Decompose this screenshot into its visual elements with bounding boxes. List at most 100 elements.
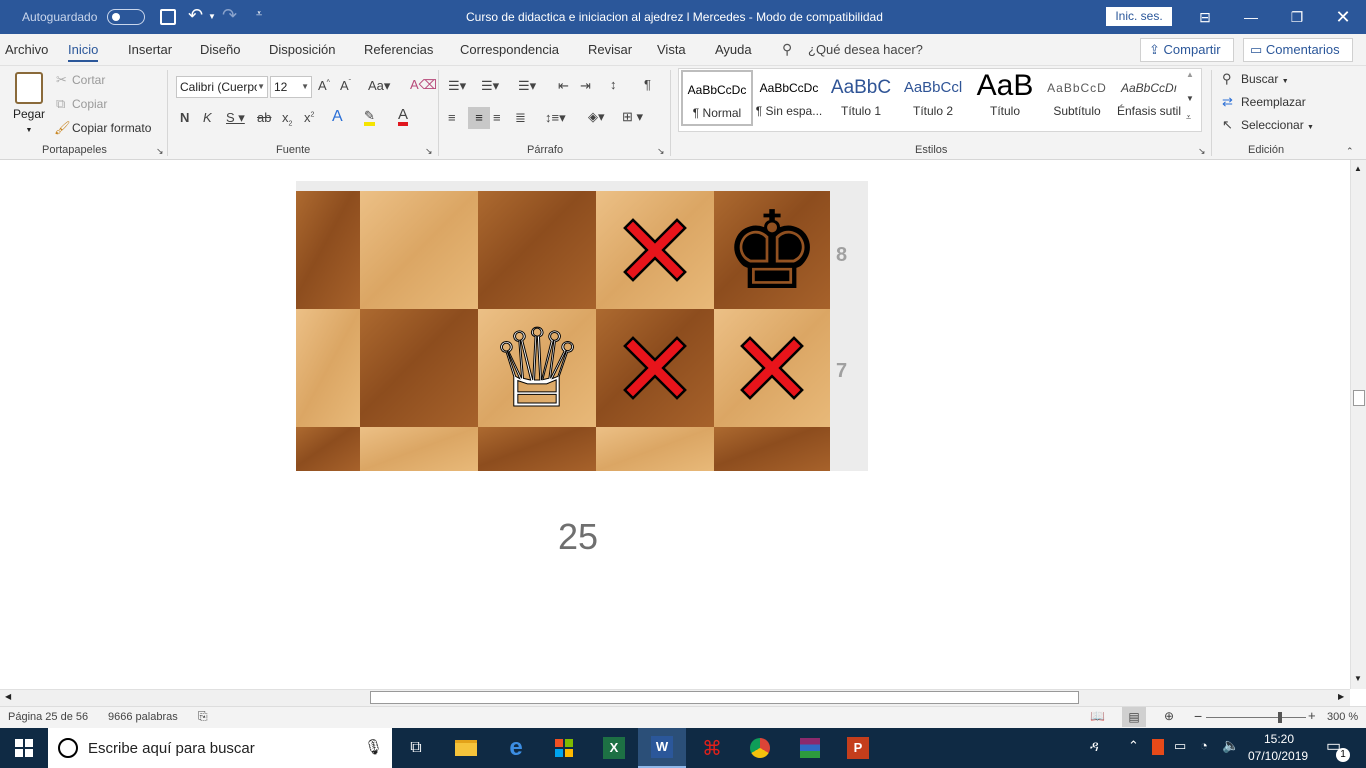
zoom-in-icon[interactable]: +	[1308, 708, 1316, 723]
shading-icon[interactable]: ◈▾	[588, 109, 605, 125]
dialog-launcher-icon[interactable]: ↘	[1198, 146, 1206, 157]
highlight-icon[interactable]: ✎	[364, 109, 375, 126]
paste-button[interactable]: Pegar ▼	[10, 70, 48, 138]
style-title[interactable]: AaB Título	[969, 70, 1041, 126]
collapse-ribbon-icon[interactable]: ⌃	[1346, 146, 1354, 157]
superscript-icon[interactable]: x2	[304, 110, 314, 125]
bold-icon[interactable]: N	[180, 110, 189, 125]
dialog-launcher-icon[interactable]: ↘	[657, 146, 665, 157]
undo-dropdown-icon[interactable]: ▼	[208, 12, 216, 21]
select-button[interactable]: Seleccionar ▼	[1241, 118, 1314, 132]
decrease-indent-icon[interactable]: ⇤	[558, 78, 569, 94]
style-normal[interactable]: AaBbCcDc ¶ Normal	[681, 70, 753, 126]
style-heading-2[interactable]: AaBbCcl Título 2	[897, 70, 969, 126]
web-layout-icon[interactable]: ⊕	[1164, 709, 1174, 723]
dialog-launcher-icon[interactable]: ↘	[425, 146, 433, 157]
horizontal-scrollbar[interactable]: ◀ ▶	[0, 689, 1350, 706]
bullets-icon[interactable]: ☰▾	[448, 78, 466, 94]
lightbulb-search-icon[interactable]: ⚲	[782, 41, 792, 58]
align-right-icon[interactable]: ≡	[493, 110, 501, 125]
office-icon[interactable]	[1152, 739, 1164, 755]
excel-button[interactable]: X	[590, 728, 638, 768]
redo-icon[interactable]: ↷	[222, 5, 237, 26]
scroll-down-icon[interactable]: ▼	[1186, 94, 1194, 103]
text-effects-icon[interactable]: A	[332, 108, 343, 126]
page-count[interactable]: Página 25 de 56	[8, 711, 88, 723]
tab-insertar[interactable]: Insertar	[128, 34, 172, 66]
underline-icon[interactable]: S ▾	[226, 110, 245, 126]
microphone-icon[interactable]: 🎙	[364, 738, 383, 756]
clock-date[interactable]: 07/10/2019	[1248, 749, 1308, 763]
change-case-icon[interactable]: Aa▾	[368, 78, 390, 94]
style-heading-1[interactable]: AaBbC Título 1	[825, 70, 897, 126]
subscript-icon[interactable]: x2	[282, 110, 292, 128]
scroll-thumb[interactable]	[1353, 390, 1365, 406]
scroll-up-icon[interactable]: ▲	[1186, 70, 1194, 79]
scroll-down-icon[interactable]: ▼	[1354, 674, 1362, 683]
cut-button[interactable]: Cortar	[72, 73, 105, 87]
acrobat-button[interactable]: ⌘	[688, 728, 736, 768]
winrar-button[interactable]	[786, 728, 834, 768]
tab-correspondencia[interactable]: Correspondencia	[460, 34, 559, 66]
taskbar-search-box[interactable]: Escribe aquí para buscar 🎙	[48, 728, 392, 768]
sort-icon[interactable]: ↕	[610, 77, 617, 92]
wifi-icon[interactable]: ◔	[1200, 738, 1208, 753]
justify-icon[interactable]: ≣	[515, 110, 526, 126]
find-button[interactable]: Buscar ▼	[1241, 72, 1289, 86]
sign-in-button[interactable]: Inic. ses.	[1106, 7, 1172, 26]
strikethrough-icon[interactable]: ab	[257, 110, 271, 125]
tab-archivo[interactable]: Archivo	[5, 34, 48, 66]
shrink-font-icon[interactable]: Aˇ	[340, 78, 351, 93]
minimize-button[interactable]: —	[1228, 0, 1274, 34]
print-layout-icon[interactable]: ▤	[1122, 707, 1146, 727]
windows-start-button[interactable]	[0, 728, 48, 768]
line-spacing-icon[interactable]: ↕≡▾	[545, 110, 566, 126]
copy-button[interactable]: Copiar	[72, 97, 107, 111]
scroll-thumb[interactable]	[370, 691, 1079, 704]
zoom-thumb[interactable]	[1278, 712, 1282, 723]
pilcrow-icon[interactable]: ¶	[644, 77, 651, 92]
battery-icon[interactable]: ▭	[1174, 738, 1186, 754]
word-button[interactable]: W	[638, 728, 686, 768]
grow-font-icon[interactable]: A^	[318, 78, 330, 93]
scroll-up-icon[interactable]: ▲	[1354, 164, 1362, 173]
scroll-left-icon[interactable]: ◀	[5, 692, 11, 701]
font-name-combo[interactable]: Calibri (Cuerpo) ▼	[176, 76, 268, 98]
comments-button[interactable]: ▭ Comentarios	[1243, 38, 1353, 62]
tab-revisar[interactable]: Revisar	[588, 34, 632, 66]
dialog-launcher-icon[interactable]: ↘	[156, 146, 164, 157]
zoom-slider[interactable]	[1206, 712, 1306, 723]
read-mode-icon[interactable]: 📖	[1090, 709, 1105, 723]
align-left-icon[interactable]: ≡	[448, 110, 456, 125]
multilevel-list-icon[interactable]: ☰▾	[518, 78, 536, 94]
font-size-combo[interactable]: 12 ▼	[270, 76, 312, 98]
tell-me-box[interactable]: ¿Qué desea hacer?	[808, 34, 923, 66]
store-button[interactable]	[540, 728, 588, 768]
autosave-toggle[interactable]	[107, 9, 145, 25]
format-painter-button[interactable]: Copiar formato	[72, 121, 151, 135]
italic-icon[interactable]: K	[203, 110, 212, 125]
file-explorer-button[interactable]	[442, 728, 490, 768]
numbering-icon[interactable]: ☰▾	[481, 78, 499, 94]
style-subtitle[interactable]: AaBbCcD Subtítulo	[1041, 70, 1113, 126]
replace-button[interactable]: Reemplazar	[1241, 95, 1306, 109]
tab-inicio[interactable]: Inicio	[68, 34, 99, 66]
task-view-button[interactable]: ⧉	[392, 728, 440, 768]
tab-diseno[interactable]: Diseño	[200, 34, 240, 66]
tab-vista[interactable]: Vista	[657, 34, 686, 66]
style-no-spacing[interactable]: AaBbCcDc ¶ Sin espa...	[753, 70, 825, 126]
borders-icon[interactable]: ⊞ ▾	[622, 109, 643, 125]
edge-button[interactable]: e	[492, 728, 540, 768]
close-button[interactable]: ✕	[1320, 0, 1366, 34]
tab-referencias[interactable]: Referencias	[364, 34, 433, 66]
tab-ayuda[interactable]: Ayuda	[715, 34, 752, 66]
undo-icon[interactable]: ↶	[188, 5, 203, 26]
powerpoint-button[interactable]: P	[834, 728, 882, 768]
volume-icon[interactable]: 🔈	[1222, 737, 1239, 754]
more-styles-icon[interactable]: ⩡	[1186, 112, 1191, 123]
align-center-icon[interactable]: ≡	[468, 107, 490, 129]
clock-time[interactable]: 15:20	[1264, 732, 1294, 746]
customize-qat-icon[interactable]: ⩡	[256, 8, 262, 21]
restore-button[interactable]: ❐	[1274, 0, 1320, 34]
clear-formatting-icon[interactable]: A⌫	[410, 77, 437, 93]
